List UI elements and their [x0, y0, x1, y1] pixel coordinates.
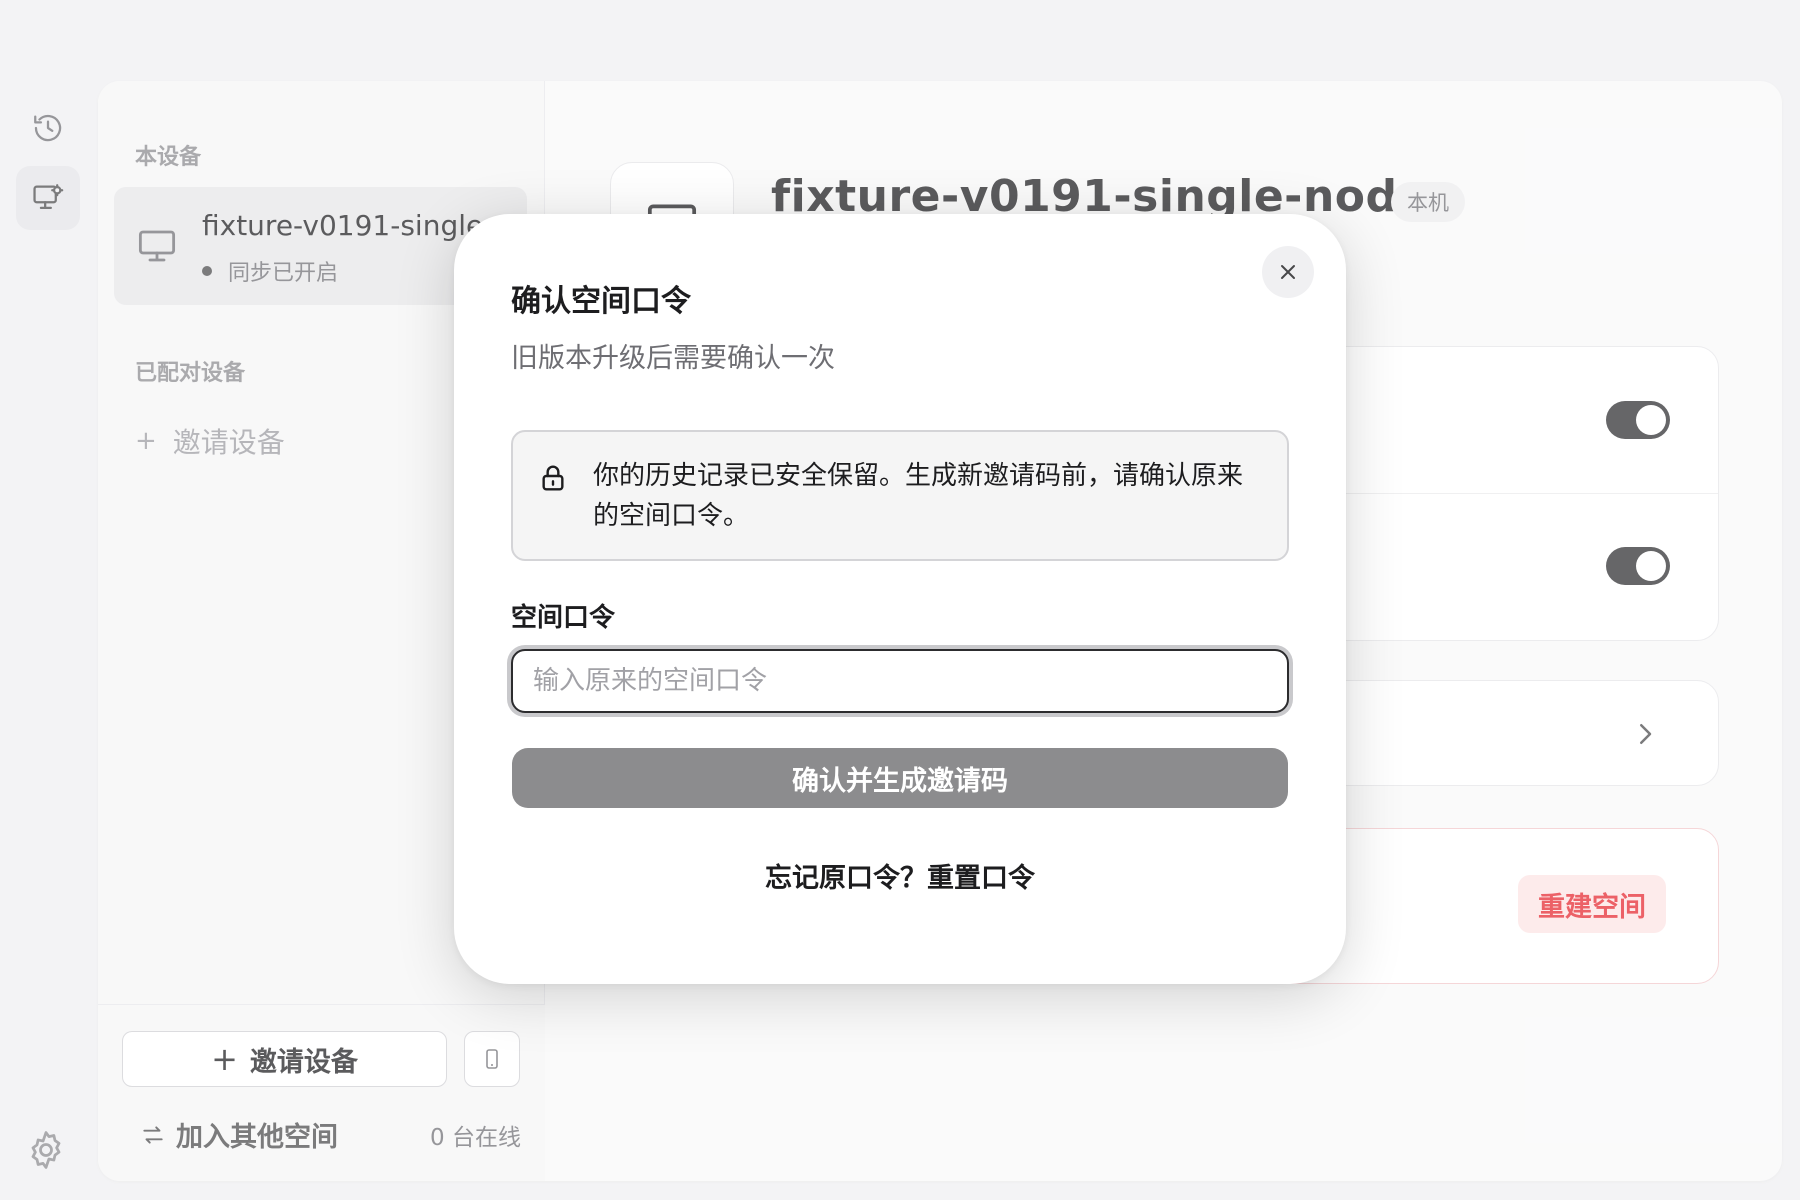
passphrase-input[interactable]	[511, 649, 1289, 713]
confirm-generate-button[interactable]: 确认并生成邀请码	[512, 748, 1288, 808]
close-icon	[1281, 265, 1295, 279]
confirm-passphrase-dialog: 确认空间口令 旧版本升级后需要确认一次 你的历史记录已安全保留。生成新邀请码前，…	[454, 214, 1346, 984]
close-button[interactable]	[1262, 246, 1314, 298]
lock-icon	[542, 465, 564, 491]
info-notice: 你的历史记录已安全保留。生成新邀请码前，请确认原来的空间口令。	[511, 430, 1289, 561]
notice-text: 你的历史记录已安全保留。生成新邀请码前，请确认原来的空间口令。	[593, 461, 1244, 531]
dialog-title: 确认空间口令	[511, 284, 691, 319]
reset-passphrase-link[interactable]: 忘记原口令？重置口令	[454, 856, 1346, 895]
passphrase-label: 空间口令	[511, 603, 616, 633]
dialog-subtitle: 旧版本升级后需要确认一次	[511, 343, 835, 374]
